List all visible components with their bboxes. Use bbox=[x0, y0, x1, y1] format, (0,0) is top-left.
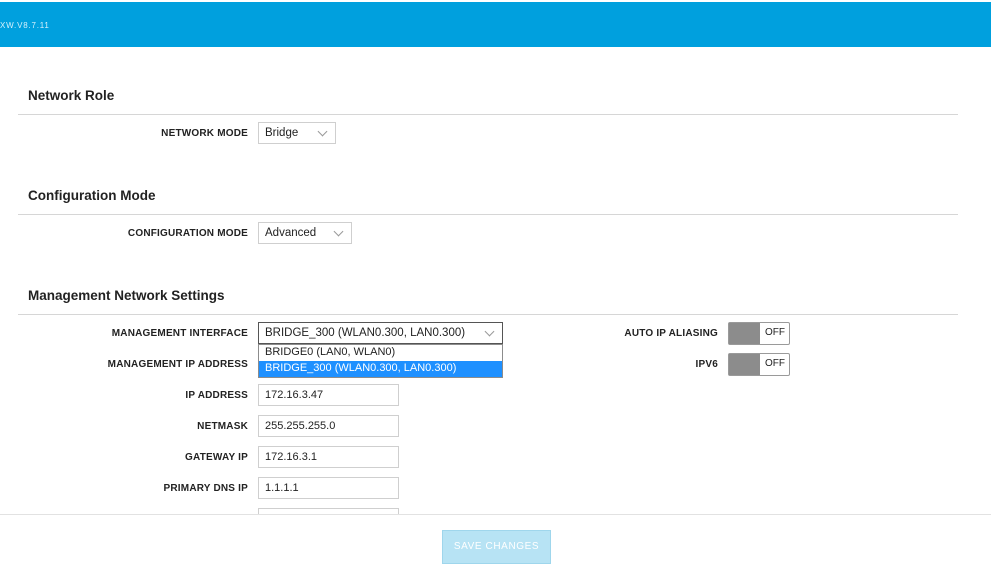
section-divider bbox=[18, 314, 958, 315]
configuration-mode-select[interactable]: Advanced bbox=[258, 222, 352, 244]
section-divider bbox=[18, 214, 958, 215]
chevron-down-icon bbox=[333, 226, 344, 237]
ip-address-label: IP ADDRESS bbox=[185, 390, 248, 401]
section-title-network-role: Network Role bbox=[28, 88, 115, 103]
firmware-version: XW.V8.7.11 bbox=[0, 21, 50, 30]
network-mode-value: Bridge bbox=[265, 127, 299, 139]
dropdown-option-bridge-300[interactable]: BRIDGE_300 (WLAN0.300, LAN0.300) bbox=[259, 361, 502, 377]
settings-content[interactable]: Network Role NETWORK MODE Bridge Configu… bbox=[0, 47, 991, 514]
gateway-ip-label: GATEWAY IP bbox=[185, 452, 248, 463]
network-mode-label: NETWORK MODE bbox=[161, 128, 248, 139]
top-header-bar: XW.V8.7.11 bbox=[0, 2, 991, 47]
toggle-knob bbox=[729, 354, 760, 375]
primary-dns-label: PRIMARY DNS IP bbox=[163, 483, 248, 494]
ip-address-input[interactable]: 172.16.3.47 bbox=[258, 384, 399, 406]
dropdown-option-bridge0[interactable]: BRIDGE0 (LAN0, WLAN0) bbox=[259, 345, 502, 361]
network-mode-select[interactable]: Bridge bbox=[258, 122, 336, 144]
section-title-configuration-mode: Configuration Mode bbox=[28, 188, 156, 203]
toggle-knob bbox=[729, 323, 760, 344]
chevron-down-icon bbox=[317, 126, 328, 137]
footer-bar: SAVE CHANGES bbox=[0, 514, 991, 577]
configuration-mode-label: CONFIGURATION MODE bbox=[127, 228, 248, 239]
configuration-mode-value: Advanced bbox=[265, 227, 317, 239]
management-interface-dropdown[interactable]: BRIDGE0 (LAN0, WLAN0) BRIDGE_300 (WLAN0.… bbox=[258, 344, 503, 378]
netmask-label: NETMASK bbox=[197, 421, 248, 432]
save-changes-button[interactable]: SAVE CHANGES bbox=[442, 530, 551, 564]
ipv6-toggle[interactable]: OFF bbox=[728, 353, 790, 376]
toggle-state: OFF bbox=[765, 358, 785, 369]
gateway-ip-input[interactable]: 172.16.3.1 bbox=[258, 446, 399, 468]
auto-ip-aliasing-toggle[interactable]: OFF bbox=[728, 322, 790, 345]
toggle-state: OFF bbox=[765, 327, 785, 338]
auto-ip-aliasing-label: AUTO IP ALIASING bbox=[624, 328, 718, 339]
section-title-management-network: Management Network Settings bbox=[28, 288, 225, 303]
netmask-input[interactable]: 255.255.255.0 bbox=[258, 415, 399, 437]
section-divider bbox=[18, 114, 958, 115]
primary-dns-input[interactable]: 1.1.1.1 bbox=[258, 477, 399, 499]
